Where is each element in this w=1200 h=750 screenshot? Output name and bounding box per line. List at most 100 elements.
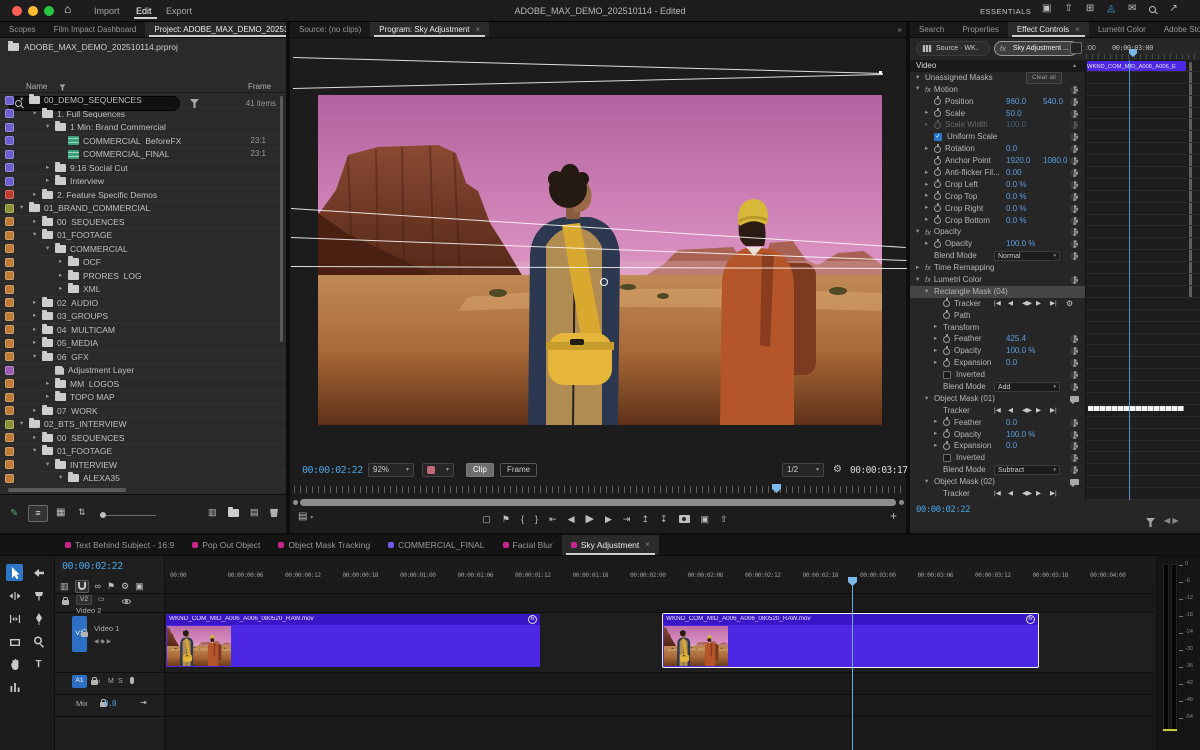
label-color-chip[interactable] — [5, 379, 14, 388]
tree-item-04-multicam[interactable]: ▸04_MULTICAM — [0, 324, 286, 338]
ec-row-expansion[interactable]: ▸Expansion0.0 — [910, 357, 1085, 369]
keyframe-lane[interactable] — [1085, 203, 1200, 215]
label-color-chip[interactable] — [5, 163, 14, 172]
mask-guide-line[interactable] — [293, 57, 883, 74]
property-value[interactable]: 1920.0 — [1006, 157, 1030, 165]
toggle-animation-stopwatch-icon[interactable] — [934, 146, 941, 153]
tab-properties[interactable]: Properties — [953, 22, 1007, 37]
a1-voiceover-record-icon[interactable] — [130, 677, 134, 684]
keyframe-lane[interactable] — [1085, 322, 1200, 334]
beta-flask-icon[interactable]: ◬ — [1107, 4, 1115, 14]
column-frame[interactable]: Frame — [248, 83, 271, 91]
tree-item-interview[interactable]: ▾INTERVIEW — [0, 459, 286, 473]
label-color-chip[interactable] — [5, 474, 14, 483]
blend-mode-dropdown[interactable]: Subtract▾ — [994, 465, 1060, 475]
tree-item-alexa35[interactable]: ▾ALEXA35 — [0, 472, 286, 486]
ec-zoom-fit-icon[interactable]: ◀ ▶ — [1164, 517, 1179, 525]
sequence-tab-object-mask-tracking[interactable]: Object Mask Tracking — [269, 535, 379, 555]
tracker-button[interactable]: ▶| — [1050, 301, 1057, 308]
keyframe-lane[interactable] — [1085, 119, 1200, 131]
keyframe-lane[interactable] — [1085, 488, 1200, 500]
toggle-animation-stopwatch-icon[interactable] — [934, 98, 941, 105]
row-chevron-icon[interactable]: ▸ — [934, 431, 943, 438]
ec-row-opacity[interactable]: ▸Opacity100.0 % — [910, 429, 1085, 441]
property-value[interactable]: 540.0 — [1043, 98, 1063, 106]
timeline-clip[interactable]: WKND_COM_MID_A006_A006_080520_RAW.mov fx — [166, 614, 540, 667]
keyframe-lane[interactable] — [1085, 250, 1200, 262]
label-color-chip[interactable] — [5, 136, 14, 145]
property-value[interactable]: 0.0 % — [1006, 181, 1026, 189]
property-value[interactable]: 100.0 — [1006, 121, 1026, 129]
label-color-chip[interactable] — [5, 366, 14, 375]
ec-row-path[interactable]: Path — [910, 310, 1085, 322]
tab-effect-controls[interactable]: Effect Controls× — [1008, 22, 1089, 37]
zoom-slider-handle[interactable] — [100, 512, 106, 518]
tree-item-9-16-social-cut[interactable]: ▸9:16 Social Cut — [0, 162, 286, 176]
tree-chevron-icon[interactable]: ▸ — [59, 259, 68, 266]
ec-ruler-ticks[interactable] — [1086, 54, 1196, 59]
property-value[interactable]: 0.0 — [1006, 359, 1017, 367]
ec-row-opacity[interactable]: ▸Opacity100.0 % — [910, 345, 1085, 357]
keyframe-lane[interactable] — [1085, 238, 1200, 250]
trash-icon[interactable] — [270, 508, 278, 517]
pin-to-clip-checkbox[interactable] — [1070, 42, 1082, 54]
ec-row-video[interactable]: Video▴ — [910, 60, 1085, 72]
tree-chevron-icon[interactable]: ▸ — [46, 178, 55, 185]
a1-mute-button[interactable]: M — [108, 678, 114, 685]
sequence-tab-pop-out-object[interactable]: Pop Out Object — [183, 535, 269, 555]
tree-chevron-icon[interactable]: ▾ — [59, 475, 68, 482]
linked-selection-icon[interactable]: ∞ — [95, 582, 101, 591]
v2-source-patch-icon[interactable]: ▭ — [98, 596, 105, 603]
add-button-icon[interactable]: + — [890, 510, 897, 522]
keyframe-lane[interactable] — [1085, 262, 1200, 274]
keyframe-lane[interactable] — [1085, 381, 1200, 393]
tracker-button[interactable]: ▶ — [1036, 491, 1041, 498]
label-color-chip[interactable] — [5, 217, 14, 226]
row-chevron-icon[interactable]: ▾ — [916, 277, 925, 284]
mask-comment-icon[interactable] — [1070, 479, 1079, 485]
fullscreen-icon[interactable]: ↗ — [1169, 4, 1177, 14]
ec-row-uniform-scale[interactable]: ✓Uniform Scale — [910, 131, 1085, 143]
tree-chevron-icon[interactable]: ▸ — [46, 394, 55, 401]
reset-parameter-icon[interactable] — [1070, 169, 1078, 177]
zoom-button[interactable] — [44, 6, 54, 16]
home-icon[interactable]: ⌂ — [64, 3, 71, 15]
tree-item-05-media[interactable]: ▸05_MEDIA — [0, 337, 286, 351]
program-timecode[interactable]: 00:00:02:22 — [302, 466, 363, 476]
label-color-chip[interactable] — [5, 96, 14, 105]
program-video-frame[interactable] — [318, 95, 882, 425]
tree-chevron-icon[interactable]: ▸ — [46, 381, 55, 388]
a1-source-patch-icon[interactable]: ▭ — [94, 678, 101, 685]
toggle-animation-stopwatch-icon[interactable] — [934, 181, 941, 188]
add-marker-icon[interactable]: ⚑ — [502, 515, 510, 524]
ec-playhead-line[interactable] — [1129, 60, 1130, 500]
ec-row-anchor-point[interactable]: Anchor Point1920.01080.0 — [910, 155, 1085, 167]
row-chevron-icon[interactable]: ▾ — [925, 289, 934, 296]
step-forward-icon[interactable]: ▶ — [605, 515, 612, 524]
toggle-animation-stopwatch-icon[interactable] — [934, 158, 941, 165]
captions-icon[interactable]: ▣ — [135, 582, 144, 591]
column-name-filter-icon[interactable] — [59, 84, 65, 90]
mark-in-icon[interactable]: { — [521, 515, 524, 524]
toggle-animation-stopwatch-icon[interactable] — [943, 312, 950, 319]
ec-row-object-mask-01[interactable]: ▾Object Mask (01) — [910, 393, 1085, 405]
edit-pencil-icon[interactable]: ✎ — [10, 509, 18, 519]
keyframe-lane[interactable] — [1085, 215, 1200, 227]
property-value[interactable]: 425.4 — [1006, 335, 1026, 343]
tree-item-2-feature-specific-demos[interactable]: ▸2. Feature Specific Demos — [0, 189, 286, 203]
keyframe-lane[interactable] — [1085, 441, 1200, 453]
ec-filter-icon[interactable] — [1146, 518, 1155, 527]
tree-item-commercial-beforefx[interactable]: COMMERCIAL_BeforeFX23:1 — [0, 135, 286, 149]
tracker-button[interactable]: ◀ — [1008, 408, 1013, 415]
keyframe-lane[interactable] — [1085, 476, 1200, 488]
tree-chevron-icon[interactable]: ▾ — [33, 354, 42, 361]
label-color-chip[interactable] — [5, 285, 14, 294]
property-value[interactable]: 0.00 — [1006, 169, 1022, 177]
row-chevron-icon[interactable]: ▸ — [934, 336, 943, 343]
tab-adobe-stock[interactable]: Adobe Stock — [1155, 22, 1200, 37]
property-value[interactable]: 100.0 % — [1006, 431, 1035, 439]
row-chevron-icon[interactable]: ▸ — [916, 265, 925, 272]
go-to-out-icon[interactable]: ⇥ — [623, 515, 631, 524]
tree-item-xml[interactable]: ▸XML — [0, 283, 286, 297]
tree-chevron-icon[interactable]: ▾ — [46, 462, 55, 469]
